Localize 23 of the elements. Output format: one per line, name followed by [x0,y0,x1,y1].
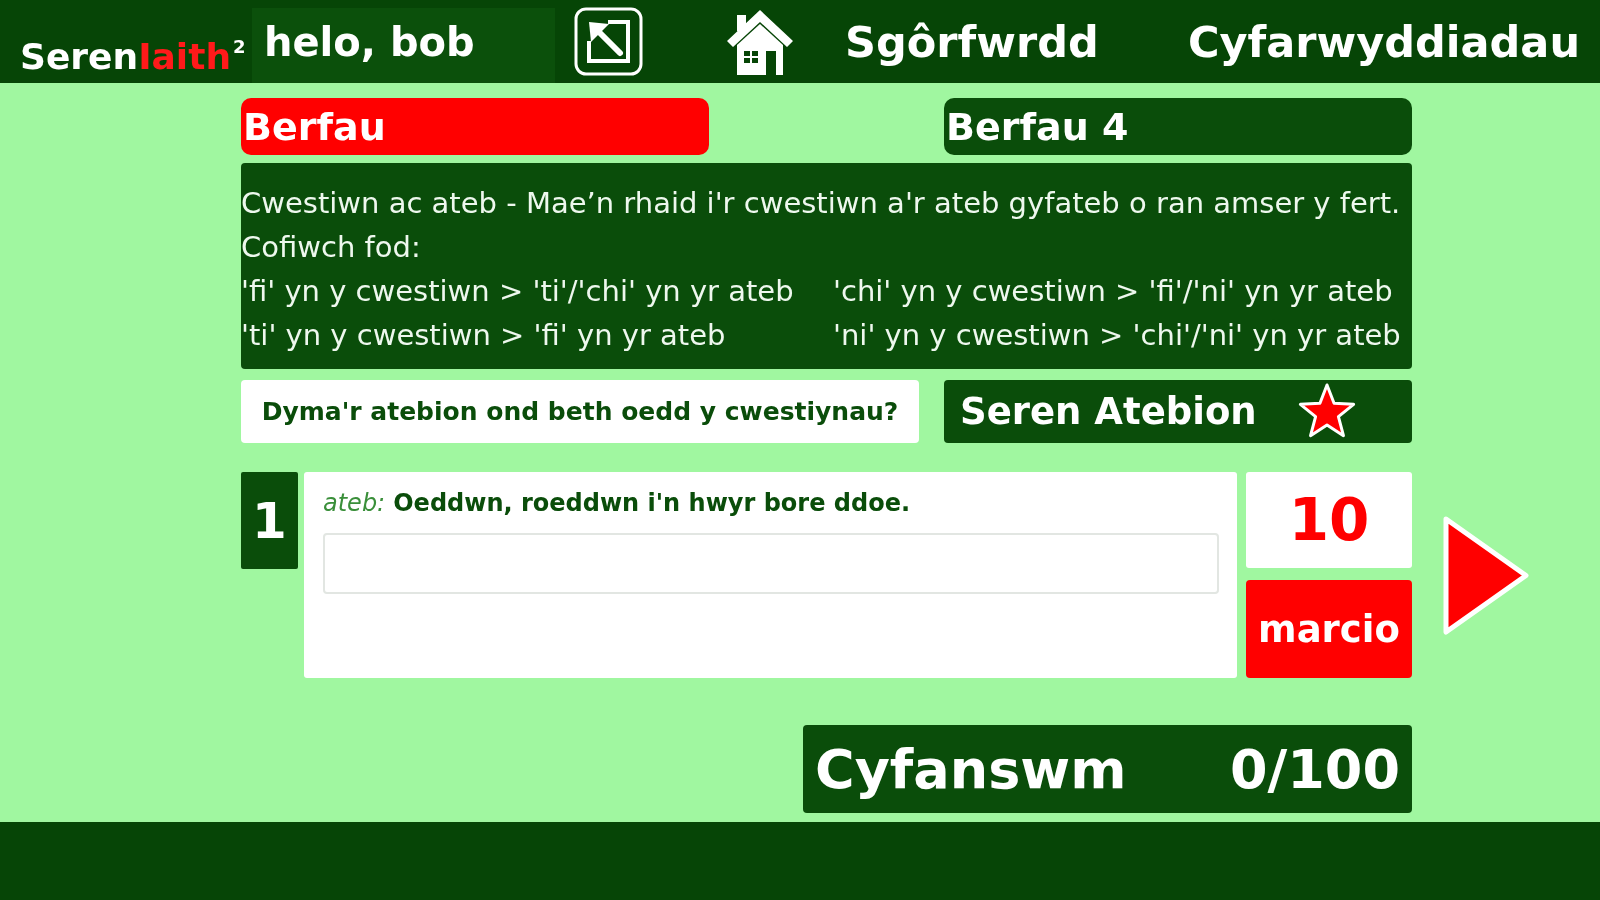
rule-text: 'fi' yn y cwestiwn > 'ti'/'chi' yn yr ateb [241,273,795,310]
rule-text: 'ti' yn y cwestiwn > 'fi' yn yr ateb [241,317,727,354]
mark-button[interactable]: marcio [1246,580,1412,678]
total-score: 0/100 [1230,737,1400,801]
total-label: Cyfanswm [815,737,1127,801]
rule-text: 'ni' yn y cwestiwn > 'chi'/'ni' yn yr ateb [833,317,1402,354]
topic-title: Berfau [241,98,709,155]
instruction-text: Cwestiwn ac ateb - Mae’n rhaid i'r cwestiwn a'r ateb gyfateb o ran amser y fert. [241,185,1402,222]
question-number: 1 [241,472,298,569]
answer-field[interactable] [323,533,1219,594]
rule-text: 'chi' yn y cwestiwn > 'fi'/'ni' yn yr ateb [833,273,1394,310]
points-value: 10 [1246,472,1412,568]
answer-label: ateb: [323,489,386,517]
nav-link[interactable]: Sgôrfwrdd [845,16,1099,67]
exercise-title: Berfau 4 [944,98,1412,155]
answer-text: Oeddwn, roeddwn i'n hwyr bore ddoe. [393,489,911,517]
triangle-arrow-icon[interactable] [1442,515,1530,636]
prompt-text: Dyma'r atebion ond beth oedd y cwestiynau? [241,380,919,443]
answers-star-button[interactable]: Seren Atebion [944,380,1412,443]
app-logo: SerenIaith$^{2}$ [20,36,247,79]
greeting-text: helo, bob [252,8,555,83]
nav-link[interactable]: Cyfarwyddiadau [1188,16,1580,67]
instruction-text: Cofiwch fod: [241,229,422,266]
